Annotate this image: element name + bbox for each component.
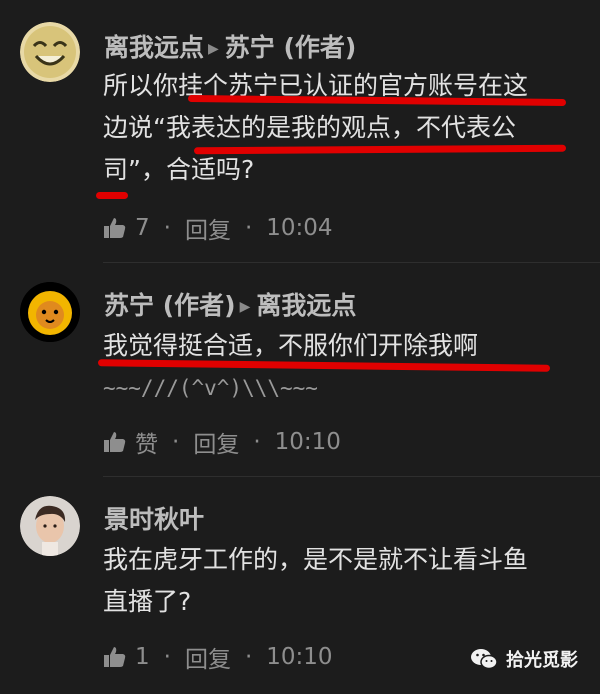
comment-header: 离我远点 ▶ 苏宁 (作者) — [104, 28, 356, 64]
separator-dot: · — [172, 429, 180, 455]
avatar-smiley[interactable] — [20, 22, 80, 82]
thumbs-up-icon[interactable] — [103, 645, 127, 669]
red-underline — [96, 192, 128, 199]
comment-header: 景时秋叶 — [104, 500, 204, 536]
timestamp: 10:10 — [274, 429, 341, 455]
author-name[interactable]: 离我远点 — [104, 33, 204, 62]
reply-button[interactable]: 回复 — [185, 640, 231, 674]
reply-to-name[interactable]: 离我远点 — [256, 291, 356, 320]
separator-dot: · — [244, 215, 253, 241]
separator-dot: · — [163, 215, 171, 241]
author-name[interactable]: 景时秋叶 — [104, 505, 204, 534]
thumbs-up-icon[interactable] — [103, 430, 127, 454]
reply-button[interactable]: 回复 — [193, 425, 239, 459]
comment-header: 苏宁 (作者) ▶ 离我远点 — [104, 286, 356, 322]
avatar-lion[interactable] — [20, 282, 80, 342]
reply-to-name[interactable]: 苏宁 (作者) — [225, 33, 357, 62]
comment-line: 边说“我表达的是我的观点，不代表公 — [103, 113, 516, 142]
divider — [103, 262, 600, 263]
triangle-right-icon: ▶ — [208, 41, 219, 57]
comment-line: 我在虎牙工作的，是不是就不让看斗鱼 — [103, 545, 529, 574]
comment-text: 我在虎牙工作的，是不是就不让看斗鱼 直播了? — [103, 542, 583, 620]
comment-meta: 7 · 回复 · 10:04 — [103, 211, 333, 245]
like-count[interactable]: 赞 — [135, 425, 158, 459]
like-count[interactable]: 7 — [135, 215, 150, 241]
divider — [103, 476, 600, 477]
comment-meta: 赞 · 回复 · 10:10 — [103, 425, 341, 459]
separator-dot: · — [253, 429, 261, 455]
reply-button[interactable]: 回复 — [185, 211, 231, 245]
thumbs-up-icon[interactable] — [103, 216, 127, 240]
comment-line: 我觉得挺合适，不服你们开除我啊 — [103, 331, 479, 360]
comment-line: 司”，合适吗? — [103, 155, 255, 184]
author-name[interactable]: 苏宁 (作者) — [104, 291, 236, 320]
separator-dot: · — [244, 644, 253, 670]
watermark-text: 拾光觅影 — [506, 650, 578, 671]
comment-text: 所以你挂个苏宁已认证的官方账号在这 边说“我表达的是我的观点，不代表公 司”，合… — [103, 68, 583, 188]
avatar-person[interactable] — [20, 496, 80, 556]
comment-meta: 1 · 回复 · 10:10 — [103, 640, 333, 674]
triangle-right-icon: ▶ — [239, 299, 251, 315]
comment-line: 直播了? — [103, 587, 192, 616]
watermark: 拾光觅影 — [470, 646, 578, 672]
like-count[interactable]: 1 — [135, 644, 150, 670]
separator-dot: · — [163, 644, 171, 670]
timestamp: 10:10 — [266, 644, 333, 670]
wechat-icon — [470, 647, 498, 671]
timestamp: 10:04 — [266, 215, 333, 241]
comment-line: ~~~///(^v^)\\\~~~ — [103, 376, 318, 400]
